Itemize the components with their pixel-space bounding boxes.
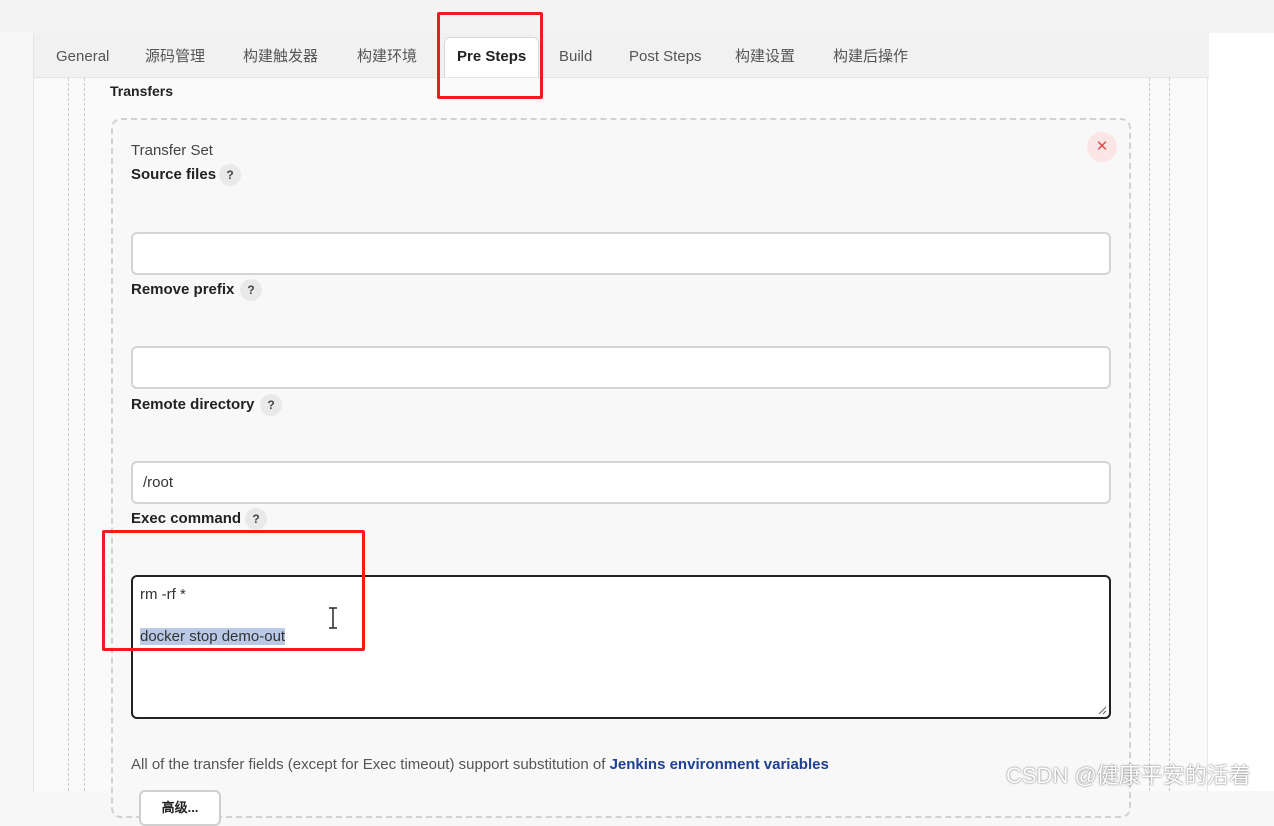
source-files-label: Source files bbox=[131, 166, 217, 183]
source-files-help-icon[interactable]: ? bbox=[219, 164, 241, 186]
exec-command-label: Exec command bbox=[131, 510, 242, 527]
advanced-button[interactable]: 高级... bbox=[139, 790, 221, 826]
section-border-left bbox=[68, 78, 69, 791]
remote-directory-input[interactable]: /root bbox=[131, 461, 1111, 504]
watermark: CSDN @健康平安的活着 bbox=[1006, 763, 1251, 788]
remove-prefix-help-icon[interactable]: ? bbox=[240, 279, 262, 301]
tab-build[interactable]: Build bbox=[559, 33, 592, 78]
transfer-set: ✕ Transfer Set Source files ? Remove pre… bbox=[111, 118, 1131, 826]
remove-prefix-input[interactable] bbox=[131, 346, 1111, 389]
highlight-box-exec-command bbox=[102, 530, 365, 651]
transfer-set-title: Transfer Set bbox=[131, 142, 213, 159]
highlight-box-pre-steps bbox=[437, 12, 543, 99]
resize-grip-icon[interactable] bbox=[1098, 706, 1107, 715]
tab-build-environment[interactable]: 构建环境 bbox=[357, 33, 417, 78]
top-bar bbox=[0, 0, 1274, 33]
remove-transfer-set-button[interactable]: ✕ bbox=[1087, 132, 1117, 162]
tab-post-steps[interactable]: Post Steps bbox=[629, 33, 702, 78]
section-border-right bbox=[1169, 78, 1170, 791]
config-panel: General 源码管理 构建触发器 构建环境 Pre Steps Build … bbox=[33, 33, 1209, 826]
source-files-input[interactable] bbox=[131, 232, 1111, 275]
exec-command-help-icon[interactable]: ? bbox=[245, 508, 267, 530]
remove-prefix-label: Remove prefix bbox=[131, 281, 235, 298]
tab-post-build-actions[interactable]: 构建后操作 bbox=[833, 33, 908, 78]
tab-bar: General 源码管理 构建触发器 构建环境 Pre Steps Build … bbox=[34, 33, 1209, 78]
tab-build-triggers[interactable]: 构建触发器 bbox=[243, 33, 318, 78]
close-icon: ✕ bbox=[1095, 138, 1109, 155]
tab-source-code[interactable]: 源码管理 bbox=[145, 33, 205, 78]
substitution-note: All of the transfer fields (except for E… bbox=[131, 756, 829, 773]
jenkins-env-vars-link[interactable]: Jenkins environment variables bbox=[610, 756, 829, 773]
remote-directory-label: Remote directory bbox=[131, 396, 255, 413]
tab-general[interactable]: General bbox=[56, 33, 109, 78]
remote-directory-help-icon[interactable]: ? bbox=[260, 394, 282, 416]
section-border-left-inner bbox=[84, 78, 85, 791]
right-margin bbox=[1208, 33, 1274, 791]
section-border-right-inner bbox=[1149, 78, 1150, 791]
tab-build-settings[interactable]: 构建设置 bbox=[735, 33, 795, 78]
transfers-label: Transfers bbox=[110, 83, 174, 99]
note-text: All of the transfer fields (except for E… bbox=[131, 756, 610, 773]
